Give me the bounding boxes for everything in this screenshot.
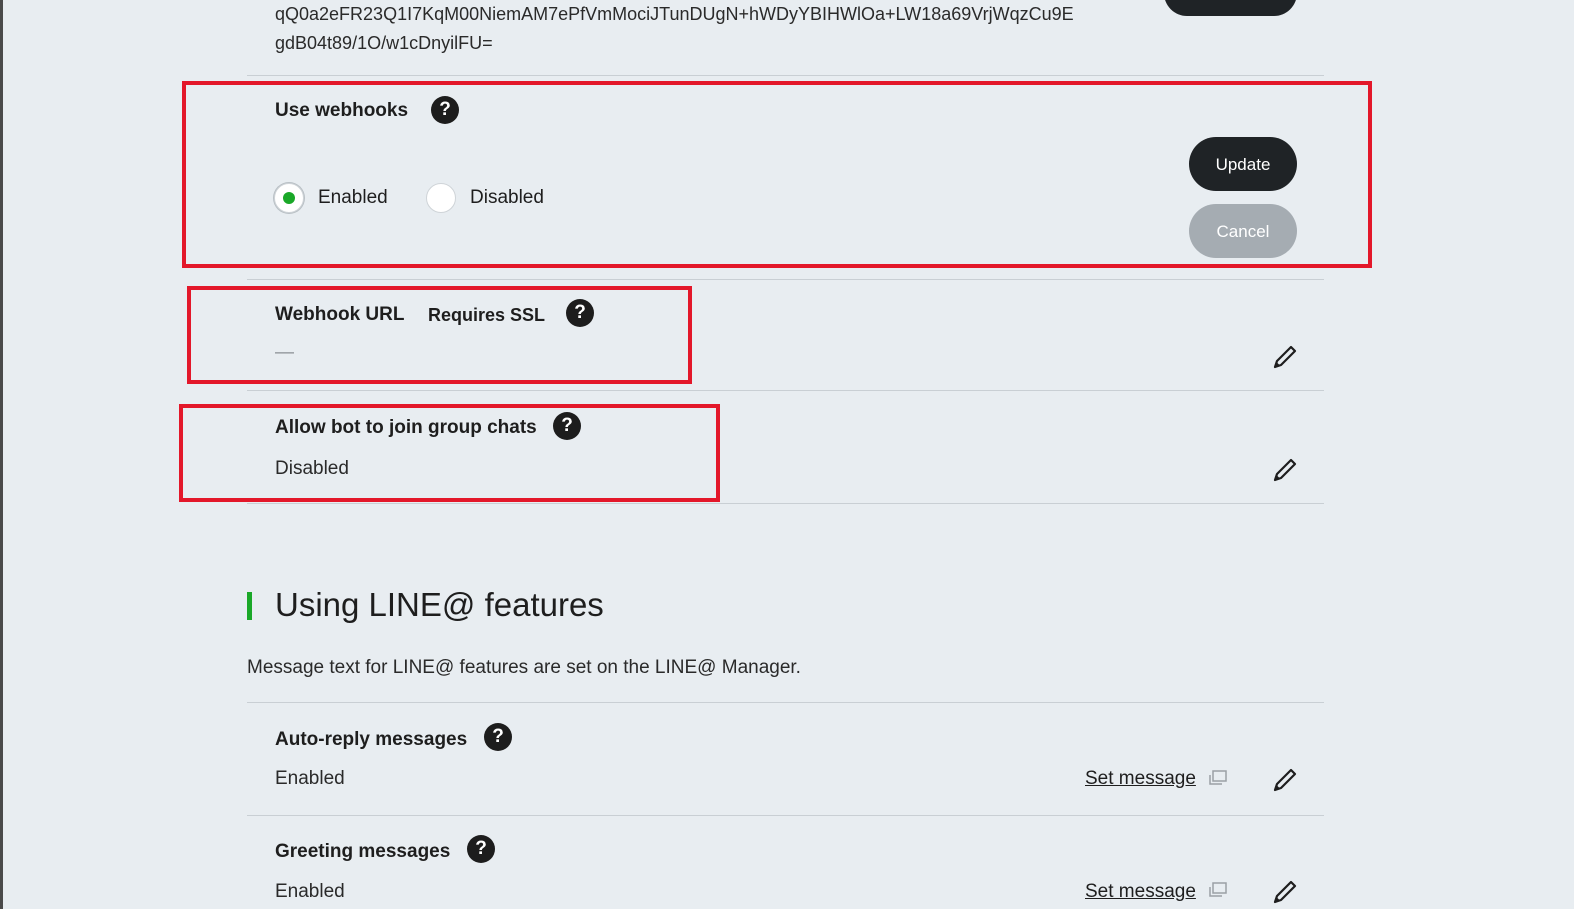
set-message-link[interactable]: Set message (1085, 768, 1196, 790)
divider (247, 390, 1324, 391)
divider (247, 503, 1324, 504)
divider (247, 279, 1324, 280)
external-window-icon (1209, 882, 1227, 897)
divider (247, 75, 1324, 76)
channel-secret-line-2: gdB04t89/1O/w1cDnyilFU= (275, 33, 493, 53)
greeting-value: Enabled (275, 881, 345, 902)
pencil-icon[interactable] (1271, 343, 1299, 371)
highlight-box-group-chats (179, 404, 720, 502)
issue-button[interactable] (1164, 0, 1297, 16)
auto-reply-label: Auto-reply messages (275, 729, 468, 750)
highlight-box-webhooks (182, 81, 1372, 268)
channel-secret-text: qQ0a2eFR23Q1I7KqM00NiemAM7ePfVmMociJTunD… (275, 0, 1074, 58)
help-icon[interactable]: ? (484, 723, 512, 751)
pencil-icon[interactable] (1271, 766, 1299, 794)
highlight-box-webhook-url (187, 286, 692, 384)
help-icon[interactable]: ? (467, 835, 495, 863)
divider (247, 702, 1324, 703)
set-message-link[interactable]: Set message (1085, 881, 1196, 903)
pencil-icon[interactable] (1271, 456, 1299, 484)
section-accent-bar (247, 592, 252, 620)
section-description: Message text for LINE@ features are set … (247, 657, 801, 678)
pencil-icon[interactable] (1271, 878, 1299, 906)
external-window-icon (1209, 770, 1227, 785)
auto-reply-value: Enabled (275, 768, 345, 789)
divider (247, 815, 1324, 816)
window-edge (0, 0, 3, 909)
greeting-label: Greeting messages (275, 841, 451, 862)
section-title: Using LINE@ features (275, 586, 604, 623)
channel-secret-line-1: qQ0a2eFR23Q1I7KqM00NiemAM7ePfVmMociJTunD… (275, 4, 1074, 24)
